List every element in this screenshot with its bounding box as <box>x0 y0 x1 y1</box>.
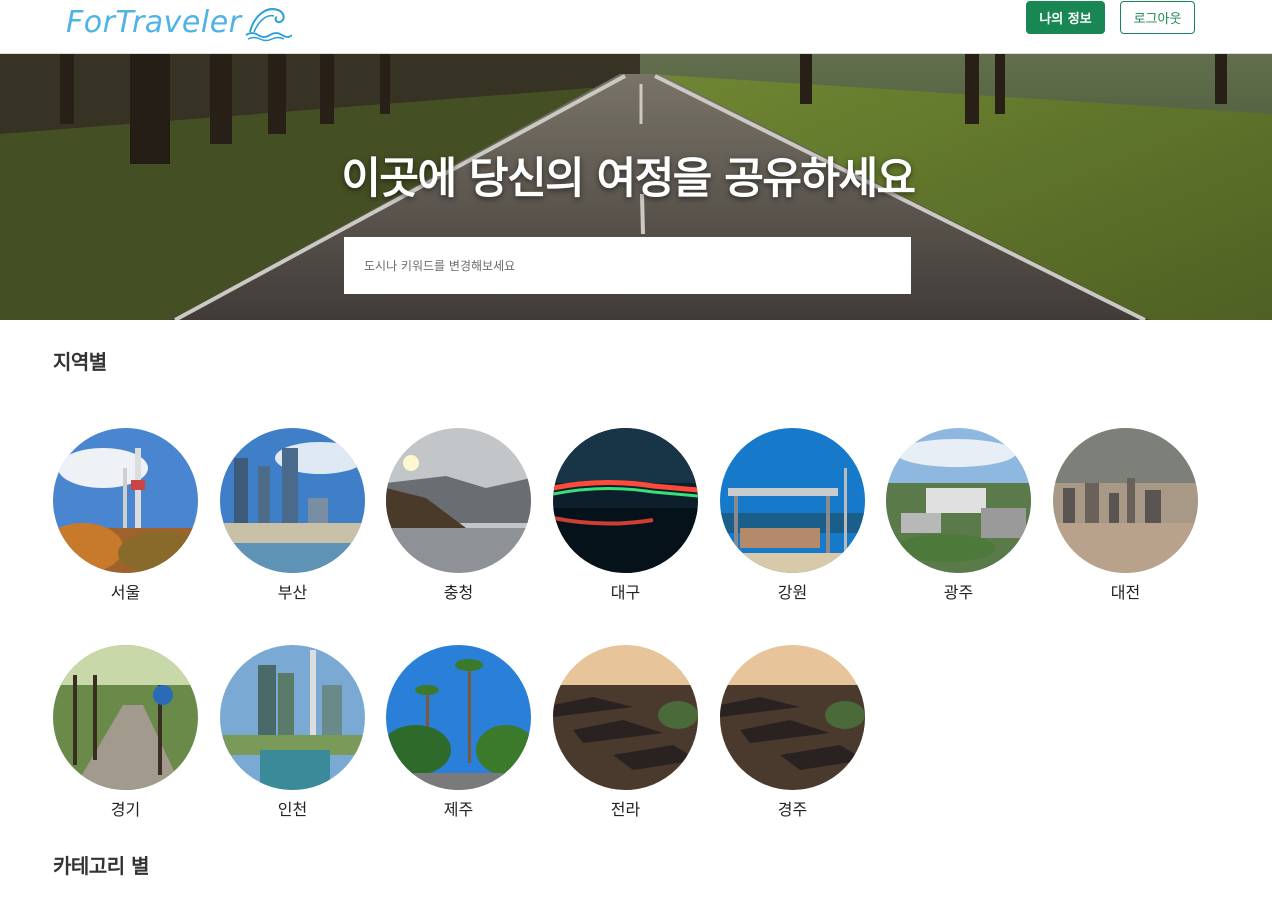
region-label: 경기 <box>110 800 141 819</box>
region-card-gangwon[interactable]: 강원 <box>720 428 865 603</box>
region-section-title: 지역별 <box>53 350 107 374</box>
logout-button[interactable]: 로그아웃 <box>1120 1 1195 34</box>
logo-text: ForTraveler <box>66 4 242 40</box>
region-label: 충청 <box>443 583 474 602</box>
logo-link[interactable]: ForTraveler <box>66 2 292 42</box>
my-info-button[interactable]: 나의 정보 <box>1026 1 1105 34</box>
daejeon-skyline-thumbnail <box>1053 428 1198 573</box>
region-card-busan[interactable]: 부산 <box>220 428 365 603</box>
region-label: 대전 <box>1110 583 1141 602</box>
busan-skyline-thumbnail <box>220 428 365 573</box>
region-card-jeju[interactable]: 제주 <box>386 645 531 820</box>
gangwon-beach-shelter-thumbnail <box>720 428 865 573</box>
incheon-skyline-thumbnail <box>220 645 365 790</box>
daegu-bridge-night-thumbnail <box>553 428 698 573</box>
gyeongju-hanok-village-thumbnail <box>720 645 865 790</box>
region-label: 강원 <box>777 583 808 602</box>
search-input[interactable] <box>344 237 911 294</box>
region-label: 제주 <box>443 800 474 819</box>
region-label: 광주 <box>943 583 974 602</box>
region-card-gyeongju[interactable]: 경주 <box>720 645 865 820</box>
region-label: 부산 <box>277 583 308 602</box>
top-navbar: ForTraveler 나의 정보 로그아웃 <box>0 0 1272 54</box>
wave-logo-icon <box>245 8 292 42</box>
region-card-daegu[interactable]: 대구 <box>553 428 698 603</box>
region-card-jeolla[interactable]: 전라 <box>553 645 698 820</box>
region-card-daejeon[interactable]: 대전 <box>1053 428 1198 603</box>
region-card-chungcheong[interactable]: 충청 <box>386 428 531 603</box>
region-label: 전라 <box>610 800 641 819</box>
region-card-gyeonggi[interactable]: 경기 <box>53 645 198 820</box>
region-card-gwangju[interactable]: 광주 <box>886 428 1031 603</box>
seoul-tower-thumbnail <box>53 428 198 573</box>
gyeonggi-tree-path-thumbnail <box>53 645 198 790</box>
region-card-seoul[interactable]: 서울 <box>53 428 198 603</box>
hero-banner: 이곳에 당신의 여정을 공유하세요 <box>0 54 1272 320</box>
region-label: 대구 <box>610 583 641 602</box>
category-section-title: 카테고리 별 <box>53 854 149 878</box>
gwangju-city-thumbnail <box>886 428 1031 573</box>
region-label: 서울 <box>110 583 141 602</box>
jeju-palm-thumbnail <box>386 645 531 790</box>
region-label: 경주 <box>777 800 808 819</box>
region-label: 인천 <box>277 800 308 819</box>
jeolla-hanok-village-thumbnail <box>553 645 698 790</box>
region-card-incheon[interactable]: 인천 <box>220 645 365 820</box>
hero-title: 이곳에 당신의 여정을 공유하세요 <box>341 154 916 204</box>
chungcheong-lake-thumbnail <box>386 428 531 573</box>
